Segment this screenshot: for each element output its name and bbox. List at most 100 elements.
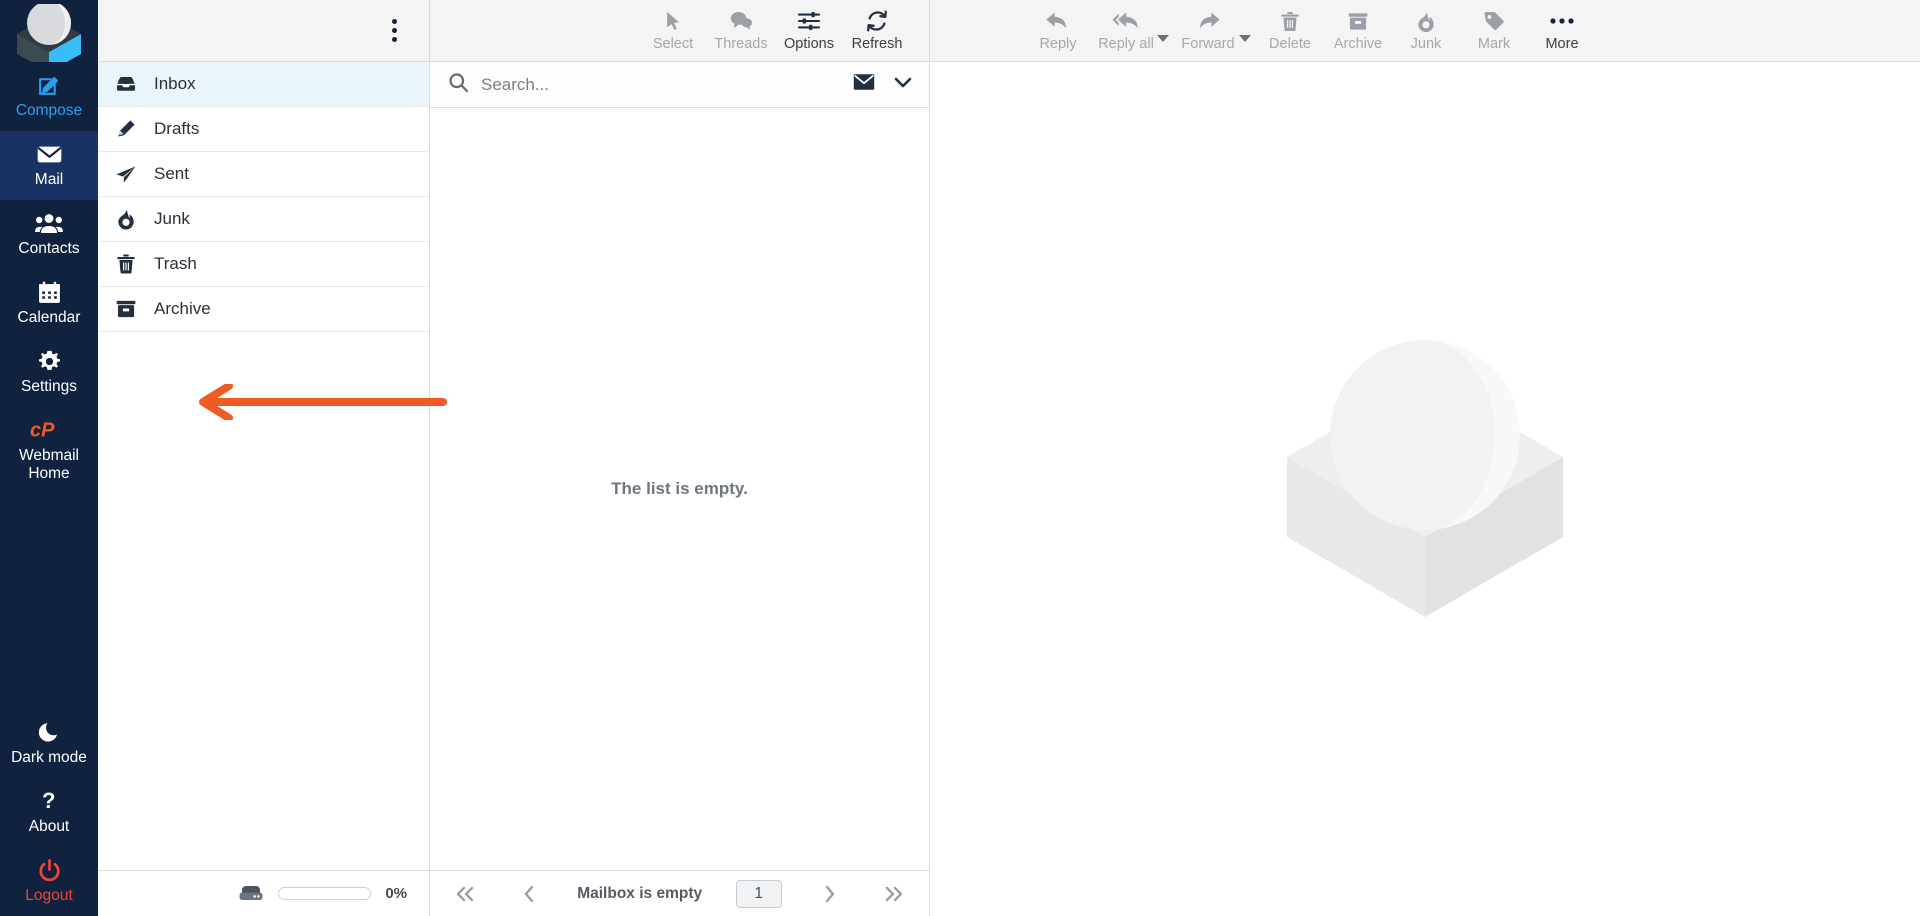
refresh-icon	[865, 9, 889, 33]
junk-button[interactable]: Junk	[1392, 2, 1460, 60]
sliders-icon	[797, 9, 821, 33]
forward-dropdown-caret-icon[interactable]	[1238, 30, 1252, 48]
kebab-dot	[391, 19, 397, 24]
folder-item-junk[interactable]: Junk	[98, 197, 429, 242]
message-list-panel: Select Threads Options Refresh Search...…	[430, 0, 930, 916]
taskbar-item-settings[interactable]: Settings	[0, 338, 98, 407]
more-button[interactable]: More	[1528, 2, 1596, 60]
preview-empty-body	[930, 62, 1920, 916]
roundcube-elastic-watermark-icon	[1275, 337, 1575, 642]
taskbar-item-label: Settings	[20, 378, 77, 395]
folder-panel-header	[98, 0, 429, 62]
roundcube-app-window: Compose Mail Contacts Calendar Settings …	[0, 0, 1920, 916]
previous-page-button[interactable]	[514, 879, 544, 909]
paper-plane-icon	[115, 163, 137, 185]
taskbar-item-label: Calendar	[17, 309, 81, 326]
svg-text:cP: cP	[30, 420, 55, 441]
taskbar-item-label: Dark mode	[11, 749, 87, 766]
envelope-icon	[36, 141, 63, 167]
folder-item-trash[interactable]: Trash	[98, 242, 429, 287]
toolbar-button-label: Refresh	[851, 36, 903, 52]
folder-item-label: Drafts	[154, 119, 200, 138]
magnifier-icon	[448, 72, 469, 98]
speech-bubbles-icon	[729, 9, 753, 33]
folder-item-drafts[interactable]: Drafts	[98, 107, 429, 152]
archive-box-icon	[1347, 9, 1369, 33]
taskbar-item-label: About	[28, 818, 70, 835]
trash-icon	[1279, 9, 1301, 33]
page-number-input[interactable]: 1	[735, 879, 782, 908]
next-page-button[interactable]	[815, 879, 845, 909]
taskbar-item-label: Contacts	[18, 240, 80, 257]
taskbar-item-mail[interactable]: Mail	[0, 131, 98, 200]
threads-button[interactable]: Threads	[707, 2, 775, 60]
toolbar-button-label: Threads	[714, 36, 768, 52]
archive-button[interactable]: Archive	[1324, 2, 1392, 60]
last-page-button[interactable]	[879, 879, 909, 909]
quota-footer: 0%	[98, 870, 429, 916]
toolbar-button-label: Junk	[1410, 36, 1442, 52]
disk-drive-icon	[238, 885, 264, 903]
forward-arrow-icon	[1195, 9, 1221, 33]
reply-button[interactable]: Reply	[1024, 2, 1092, 60]
folder-options-kebab-icon[interactable]	[381, 16, 407, 46]
cpanel-logo-icon: cP	[30, 417, 68, 443]
folder-item-label: Junk	[154, 209, 190, 228]
search-controls	[853, 73, 913, 96]
taskbar-item-label: Logout	[25, 887, 73, 904]
first-page-button[interactable]	[450, 879, 480, 909]
mailbox-status-label: Mailbox is empty	[577, 884, 703, 902]
reply-all-button[interactable]: Reply all	[1092, 2, 1160, 60]
archive-box-icon	[115, 298, 137, 320]
mark-button[interactable]: Mark	[1460, 2, 1528, 60]
toolbar-button-label: Select	[652, 36, 694, 52]
folder-item-inbox[interactable]: Inbox	[98, 62, 429, 107]
contacts-group-icon	[35, 210, 63, 236]
taskbar-item-about[interactable]: ? About	[0, 778, 98, 847]
app-logo	[0, 0, 98, 62]
kebab-dot	[391, 37, 397, 42]
folder-list: Inbox Drafts Sent Junk Trash Archive	[98, 62, 429, 870]
kebab-dot	[391, 28, 397, 33]
toolbar-button-label: Delete	[1269, 36, 1311, 52]
taskbar-item-contacts[interactable]: Contacts	[0, 200, 98, 269]
options-button[interactable]: Options	[775, 2, 843, 60]
quota-progress-bar	[278, 887, 372, 900]
cursor-arrow-icon	[662, 9, 684, 33]
forward-group: Forward	[1174, 2, 1256, 60]
reply-all-dropdown-caret-icon[interactable]	[1156, 30, 1170, 48]
taskbar-item-compose[interactable]: Compose	[0, 62, 98, 131]
taskbar-item-webmail-home[interactable]: cP Webmail Home	[0, 407, 98, 494]
gear-icon	[37, 348, 62, 374]
taskbar-item-label: Mail	[34, 171, 64, 188]
message-list-body: The list is empty.	[430, 108, 929, 870]
folder-item-sent[interactable]: Sent	[98, 152, 429, 197]
message-preview-panel: Reply Reply all Forward Delete Archive J…	[930, 0, 1920, 916]
message-actions-toolbar: Reply Reply all Forward Delete Archive J…	[930, 0, 1920, 62]
taskbar-item-calendar[interactable]: Calendar	[0, 269, 98, 338]
taskbar-spacer	[0, 494, 98, 709]
search-scope-envelope-icon[interactable]	[853, 73, 875, 96]
select-button[interactable]: Select	[639, 2, 707, 60]
forward-button[interactable]: Forward	[1174, 2, 1242, 60]
taskbar-item-dark-mode[interactable]: Dark mode	[0, 709, 98, 778]
message-list-footer: Mailbox is empty 1	[430, 870, 929, 916]
folder-panel: Inbox Drafts Sent Junk Trash Archive 0%	[98, 0, 447, 916]
reply-all-arrow-icon	[1111, 9, 1141, 33]
svg-text:?: ?	[42, 789, 55, 813]
toolbar-button-label: Reply all	[1098, 36, 1154, 52]
taskbar-item-label: Webmail Home	[18, 447, 79, 482]
message-list-toolbar: Select Threads Options Refresh	[430, 0, 929, 62]
folder-item-label: Trash	[154, 254, 197, 273]
refresh-button[interactable]: Refresh	[843, 2, 911, 60]
toolbar-button-label: More	[1545, 36, 1579, 52]
taskbar-item-logout[interactable]: Logout	[0, 847, 98, 916]
delete-button[interactable]: Delete	[1256, 2, 1324, 60]
search-input[interactable]	[481, 74, 841, 95]
flame-icon	[115, 208, 137, 230]
reply-arrow-icon	[1045, 9, 1071, 33]
chevron-down-icon[interactable]	[893, 75, 913, 94]
compose-pencil-icon	[37, 72, 62, 98]
moon-icon	[37, 719, 61, 745]
folder-item-archive[interactable]: Archive	[98, 287, 429, 332]
